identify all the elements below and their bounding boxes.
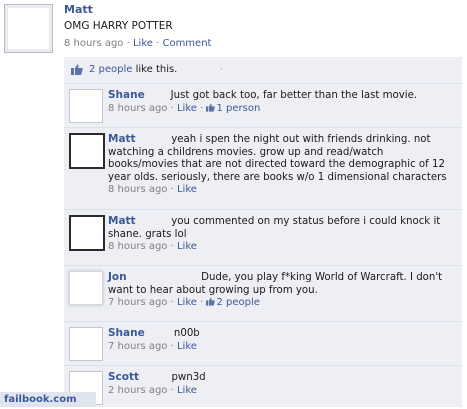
- post-like-link[interactable]: Like: [133, 38, 153, 49]
- comment-avatar[interactable]: [69, 133, 105, 169]
- comment-spacing: [136, 216, 172, 227]
- comment-item: Jon Dude, you play f*king World of Warcr…: [64, 265, 462, 321]
- comment-likes-count[interactable]: 2 people: [216, 297, 259, 308]
- comment-item: Scott pwn3d 2 hours ago · Like: [64, 365, 462, 409]
- comment-text: pwn3d: [171, 372, 206, 383]
- likes-text: 2 people like this.: [89, 64, 177, 75]
- thumbs-up-icon: [71, 64, 83, 75]
- comment-item: Shane Just got back too, far better than…: [64, 83, 462, 127]
- likes-suffix: like this.: [132, 64, 178, 75]
- comment-timestamp: 8 hours ago: [108, 102, 168, 114]
- thumbs-up-icon: [206, 103, 216, 112]
- comment-spacing: [139, 372, 171, 383]
- comment-timestamp: 8 hours ago: [108, 241, 168, 253]
- comment-like-link[interactable]: Like: [177, 341, 197, 352]
- comment-thread: 2 people like this. · Shane Just got bac…: [64, 57, 462, 407]
- meta-separator: ·: [123, 38, 133, 49]
- comment-author[interactable]: Shane: [108, 327, 145, 339]
- comment-like-link[interactable]: Like: [177, 103, 197, 114]
- thumbs-up-icon: [206, 297, 216, 306]
- comment-author[interactable]: Matt: [108, 215, 136, 227]
- comment-meta: 7 hours ago · Like · 2 people: [108, 297, 260, 309]
- comment-timestamp: 8 hours ago: [108, 184, 168, 196]
- comment-body: Scott pwn3d 2 hours ago · Like: [108, 371, 454, 397]
- likes-summary: 2 people like this. ·: [64, 57, 462, 83]
- comment-item: Matt you commented on my status before i…: [64, 209, 462, 265]
- comment-avatar[interactable]: [69, 327, 103, 361]
- comment-item: Matt yeah i spen the night out with frie…: [64, 127, 462, 209]
- post-comment-link[interactable]: Comment: [162, 38, 211, 49]
- comment-meta: 7 hours ago · Like: [108, 340, 197, 352]
- comment-body: Shane n00b 7 hours ago · Like: [108, 327, 454, 353]
- likes-people-link[interactable]: 2 people: [89, 64, 132, 75]
- comment-timestamp: 7 hours ago: [108, 297, 168, 309]
- comment-body: Matt yeah i spen the night out with frie…: [108, 133, 454, 197]
- comment-spacing: [136, 134, 172, 145]
- failbook-watermark: failbook.com: [0, 392, 96, 407]
- post-timestamp: 8 hours ago: [64, 38, 124, 49]
- comment-text: n00b: [173, 328, 200, 339]
- comment-body: Jon Dude, you play f*king World of Warcr…: [108, 271, 454, 310]
- post-status-text: OMG HARRY POTTER: [64, 20, 173, 32]
- comment-meta: 8 hours ago · Like · 1 person: [108, 102, 261, 114]
- post-meta: 8 hours ago · Like · Comment: [64, 38, 211, 49]
- comment-item: Shane n00b 7 hours ago · Like: [64, 321, 462, 365]
- comment-author[interactable]: Shane: [108, 89, 145, 101]
- comment-like-link[interactable]: Like: [177, 241, 197, 252]
- comment-avatar[interactable]: [69, 89, 103, 123]
- post-author-name[interactable]: Matt: [64, 3, 93, 16]
- comment-like-link[interactable]: Like: [177, 184, 197, 195]
- comment-spacing: [127, 272, 201, 283]
- comment-meta: 2 hours ago · Like: [108, 384, 197, 396]
- post-author-avatar[interactable]: [4, 4, 53, 53]
- likes-dot: ·: [220, 65, 223, 75]
- comment-author[interactable]: Matt: [108, 133, 136, 145]
- comment-spacing: [145, 90, 171, 101]
- comment-meta: 8 hours ago · Like: [108, 184, 197, 196]
- comment-body: Shane Just got back too, far better than…: [108, 89, 454, 115]
- comment-body: Matt you commented on my status before i…: [108, 215, 454, 254]
- comment-author[interactable]: Scott: [108, 371, 139, 383]
- comment-spacing: [145, 328, 174, 339]
- comment-author[interactable]: Jon: [108, 271, 127, 283]
- comment-meta: 8 hours ago · Like: [108, 241, 197, 253]
- comment-like-link[interactable]: Like: [177, 385, 197, 396]
- comment-avatar[interactable]: [69, 215, 105, 251]
- comment-likes-count[interactable]: 1 person: [216, 103, 260, 114]
- comment-like-link[interactable]: Like: [177, 297, 197, 308]
- comment-timestamp: 2 hours ago: [108, 384, 168, 396]
- comment-text: Just got back too, far better than the l…: [170, 90, 418, 101]
- comment-avatar[interactable]: [69, 271, 103, 305]
- comment-timestamp: 7 hours ago: [108, 340, 168, 352]
